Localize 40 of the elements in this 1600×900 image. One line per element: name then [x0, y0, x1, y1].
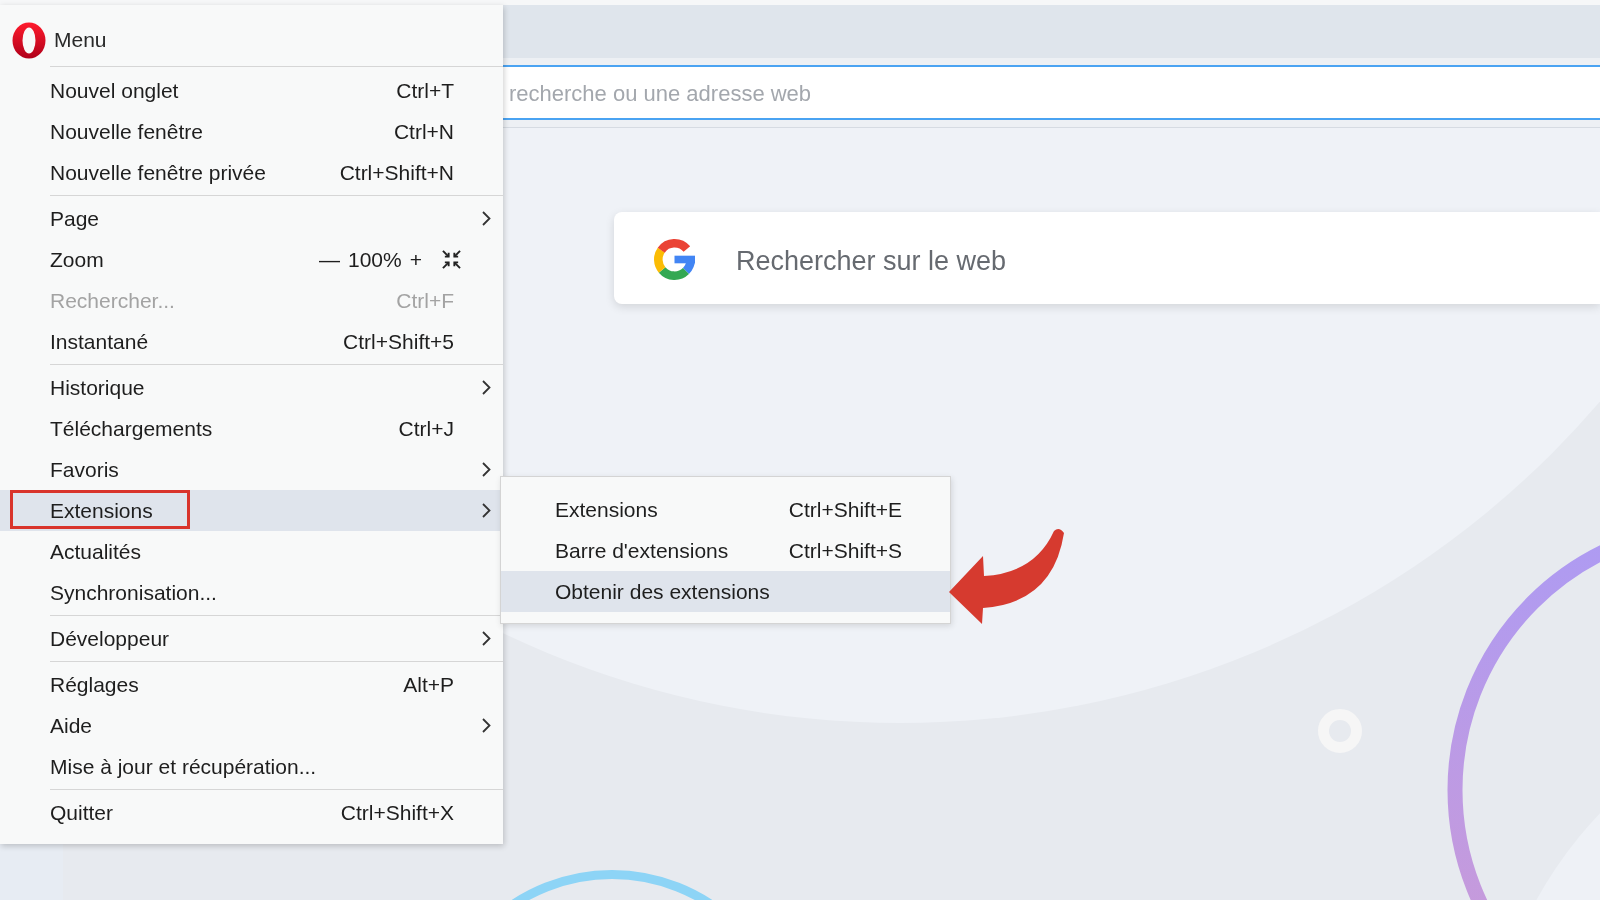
menu-item[interactable]: Développeur [0, 618, 503, 659]
keyboard-shortcut: Ctrl+J [398, 416, 454, 441]
zoom-in-button[interactable]: + [409, 247, 422, 272]
search-input[interactable]: Rechercher sur le web [736, 239, 1600, 279]
menu-item[interactable]: Mise à jour et récupération... [0, 746, 503, 787]
menu-item[interactable]: Aide [0, 705, 503, 746]
search-box[interactable]: Rechercher sur le web [614, 212, 1600, 304]
menu-item[interactable]: Quitter Ctrl+Shift+X [0, 792, 503, 833]
menu-item[interactable]: Historique [0, 367, 503, 408]
zoom-out-button[interactable]: — [319, 247, 340, 272]
shrink-arrows-icon[interactable] [442, 250, 461, 269]
menu-item[interactable]: Barre d'extensions Ctrl+Shift+S [501, 530, 950, 571]
menu-item[interactable]: Nouvelle fenêtre privée Ctrl+Shift+N [0, 152, 503, 193]
menu-title: Menu [54, 28, 107, 52]
keyboard-shortcut: Ctrl+Shift+N [339, 160, 454, 185]
g-logo-icon [654, 238, 695, 280]
menu-item[interactable]: Zoom — 100% + [0, 239, 503, 280]
address-field[interactable]: recherche ou une adresse web [503, 65, 1600, 120]
menu-item[interactable]: Téléchargements Ctrl+J [0, 408, 503, 449]
menu-item[interactable]: Instantané Ctrl+Shift+5 [0, 321, 503, 362]
menu-item[interactable]: Synchronisation... [0, 572, 503, 613]
keyboard-shortcut: Ctrl+T [396, 78, 454, 103]
keyboard-shortcut: Ctrl+Shift+E [788, 497, 902, 522]
menu-item[interactable]: Nouvelle fenêtre Ctrl+N [0, 111, 503, 152]
keyboard-shortcut: Ctrl+F [396, 288, 454, 313]
menu-item[interactable]: Obtenir des extensions [501, 571, 950, 612]
menu-item[interactable]: Extensions Ctrl+Shift+E [501, 489, 950, 530]
menu-item[interactable]: Page [0, 198, 503, 239]
logo-icon [12, 21, 46, 59]
keyboard-shortcut: Ctrl+N [393, 119, 454, 144]
keyboard-shortcut: Ctrl+Shift+S [788, 538, 902, 563]
keyboard-shortcut: Ctrl+Shift+X [340, 800, 454, 825]
menu-item[interactable]: Favoris [0, 449, 503, 490]
menu-item[interactable]: Réglages Alt+P [0, 664, 503, 705]
menu-item[interactable]: Nouvel onglet Ctrl+T [0, 70, 503, 111]
zoom-level: 100% [348, 247, 402, 272]
menu-item[interactable]: Extensions [0, 490, 503, 531]
keyboard-shortcut: Ctrl+Shift+5 [343, 329, 454, 354]
menu-item[interactable]: Actualités [0, 531, 503, 572]
keyboard-shortcut: Alt+P [403, 672, 454, 697]
